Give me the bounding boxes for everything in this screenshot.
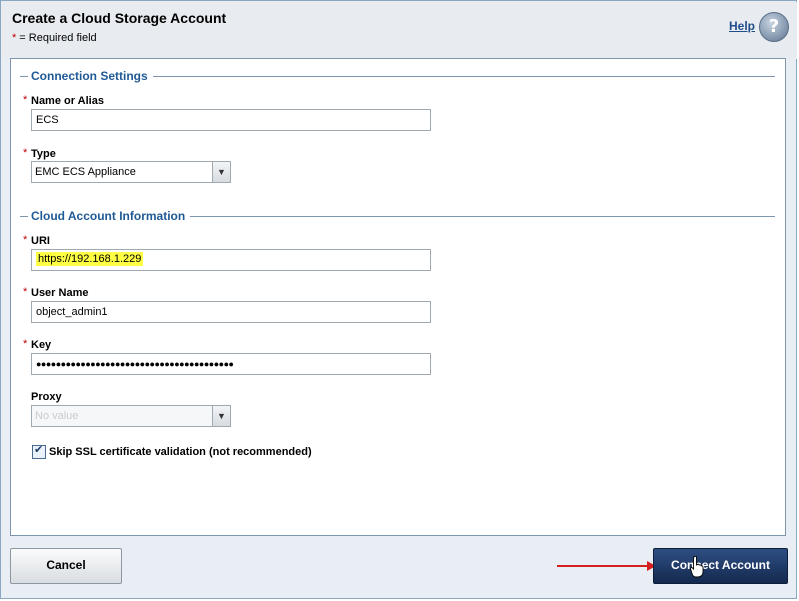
required-note-text: = Required field — [19, 32, 97, 44]
type-select[interactable]: EMC ECS Appliance ▼ — [31, 161, 231, 183]
chevron-down-icon[interactable]: ▼ — [212, 406, 230, 426]
key-input[interactable]: ●●●●●●●●●●●●●●●●●●●●●●●●●●●●●●●●●●●●●●●● — [31, 353, 431, 375]
required-field-note: * = Required field — [12, 32, 97, 44]
uri-value: https://192.168.1.229 — [36, 252, 144, 266]
dialog-title: Create a Cloud Storage Account — [12, 10, 227, 26]
required-star: * — [23, 94, 28, 106]
type-label: Type — [31, 148, 56, 160]
proxy-select-value: No value — [35, 410, 79, 422]
skip-ssl-checkbox[interactable] — [32, 443, 46, 459]
required-star: * — [23, 147, 28, 159]
name-label: Name or Alias — [31, 95, 104, 107]
section-title-account: Cloud Account Information — [28, 209, 191, 223]
section-title-connection: Connection Settings — [28, 69, 153, 83]
hand-cursor-icon — [690, 556, 704, 578]
proxy-label: Proxy — [31, 391, 62, 403]
dialog-header: Create a Cloud Storage Account * = Requir… — [2, 2, 797, 59]
chevron-down-icon[interactable]: ▼ — [212, 162, 230, 182]
username-label: User Name — [31, 287, 89, 299]
help-link[interactable]: Help — [729, 19, 755, 33]
uri-input[interactable]: https://192.168.1.229 — [31, 249, 431, 271]
annotation-arrow — [557, 565, 649, 567]
name-input[interactable] — [31, 109, 431, 131]
required-star: * — [12, 32, 17, 44]
required-star: * — [23, 286, 28, 298]
connect-account-button[interactable]: Connect Account — [653, 548, 788, 584]
help-icon[interactable]: ? — [759, 12, 789, 42]
username-input[interactable] — [31, 301, 431, 323]
required-star: * — [23, 338, 28, 350]
type-select-value: EMC ECS Appliance — [35, 166, 136, 178]
key-label: Key — [31, 339, 52, 351]
proxy-select[interactable]: No value ▼ — [31, 405, 231, 427]
skip-ssl-label[interactable]: Skip SSL certificate validation (not rec… — [49, 446, 312, 458]
required-star: * — [23, 234, 28, 246]
cancel-button[interactable]: Cancel — [10, 548, 122, 584]
uri-label: URI — [31, 235, 50, 247]
